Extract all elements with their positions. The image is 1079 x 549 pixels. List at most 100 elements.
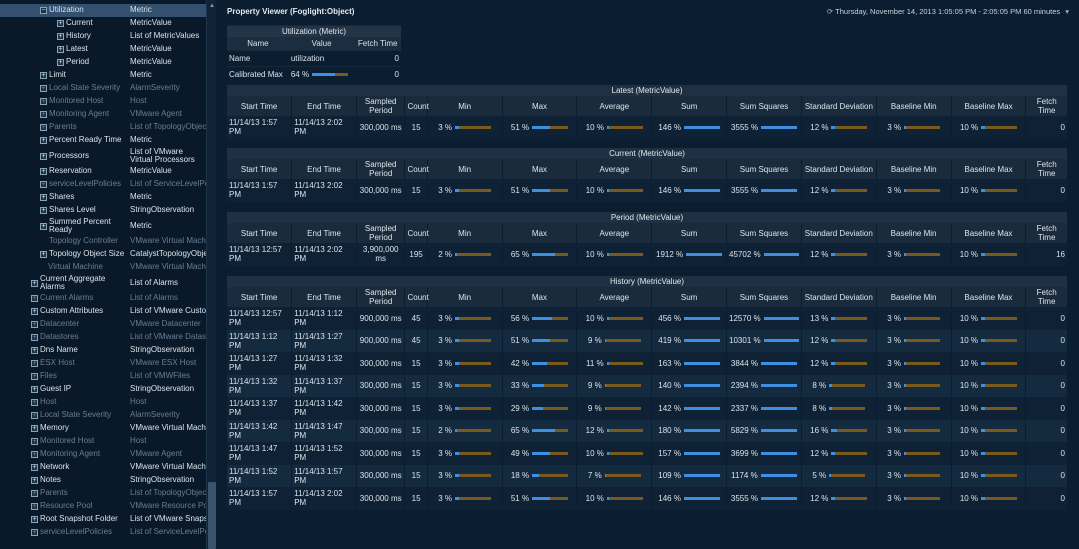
tree-item[interactable]: + Shares Metric bbox=[0, 191, 206, 204]
column-header[interactable]: Start Time bbox=[227, 223, 293, 243]
tree-item[interactable]: + Period MetricValue bbox=[0, 56, 206, 69]
column-header[interactable]: Max bbox=[502, 96, 578, 116]
expand-icon[interactable]: + bbox=[31, 279, 38, 287]
tree-item[interactable]: + Files List of VMWFiles bbox=[0, 370, 206, 383]
column-header[interactable]: Max bbox=[502, 223, 578, 243]
expand-icon[interactable]: + bbox=[31, 321, 38, 328]
column-header[interactable]: Fetch Time bbox=[1025, 159, 1068, 179]
column-header[interactable]: Fetch Time bbox=[1025, 287, 1068, 307]
chevron-down-icon[interactable]: ▾ bbox=[1065, 7, 1069, 16]
expand-icon[interactable]: + bbox=[40, 85, 47, 92]
time-range-selector[interactable]: ⟳ Thursday, November 14, 2013 1:05:05 PM… bbox=[827, 7, 1069, 16]
column-header[interactable]: Sum Squares bbox=[726, 159, 802, 179]
column-header[interactable]: Average bbox=[576, 287, 653, 307]
tree-item[interactable]: + Resource Pool VMware Resource Poo bbox=[0, 500, 206, 513]
column-header[interactable]: Standard Deviation bbox=[801, 96, 877, 116]
expand-icon[interactable]: + bbox=[31, 360, 38, 367]
expand-icon[interactable]: + bbox=[40, 152, 47, 160]
expand-icon[interactable]: + bbox=[31, 529, 38, 536]
expand-icon[interactable]: + bbox=[40, 194, 47, 201]
tree-item[interactable]: + History List of MetricValues bbox=[0, 30, 206, 43]
column-header[interactable]: Average bbox=[576, 223, 653, 243]
tree-item[interactable]: + Datastores List of VMware Datast bbox=[0, 331, 206, 344]
expand-icon[interactable]: + bbox=[57, 59, 64, 66]
column-header[interactable]: Start Time bbox=[227, 96, 293, 116]
expand-icon[interactable]: + bbox=[57, 46, 64, 53]
expand-icon[interactable]: + bbox=[31, 308, 38, 315]
collapse-icon[interactable]: − bbox=[40, 7, 47, 14]
column-header[interactable]: Min bbox=[427, 223, 503, 243]
column-header[interactable]: Sampled Period bbox=[356, 287, 406, 307]
table-row[interactable]: 11/14/13 1:27 PM 11/14/13 1:32 PM 300,000 … bbox=[227, 352, 1068, 375]
expand-icon[interactable]: + bbox=[40, 111, 47, 118]
column-header[interactable]: Sum bbox=[651, 159, 728, 179]
expand-icon[interactable]: + bbox=[57, 20, 64, 27]
expand-icon[interactable]: + bbox=[31, 438, 38, 445]
column-header[interactable]: Fetch Time bbox=[1025, 96, 1068, 116]
column-header[interactable]: Sum bbox=[651, 223, 728, 243]
column-header[interactable]: Start Time bbox=[227, 159, 293, 179]
column-header[interactable]: Sampled Period bbox=[356, 159, 406, 179]
column-header[interactable]: Baseline Max bbox=[951, 96, 1027, 116]
column-header[interactable]: Min bbox=[427, 287, 503, 307]
table-row[interactable]: 11/14/13 1:12 PM 11/14/13 1:27 PM 900,000 … bbox=[227, 329, 1068, 352]
tree-item[interactable]: + Network VMware Virtual Machi bbox=[0, 461, 206, 474]
expand-icon[interactable]: + bbox=[31, 386, 38, 393]
column-header[interactable]: Baseline Min bbox=[876, 159, 952, 179]
expand-icon[interactable]: + bbox=[40, 181, 47, 188]
column-header[interactable]: Count bbox=[404, 223, 429, 243]
expand-icon[interactable]: + bbox=[31, 412, 38, 419]
column-header[interactable]: Baseline Max bbox=[951, 223, 1027, 243]
tree-item[interactable]: + Current Aggregate Alarms List of Alarms bbox=[0, 274, 206, 292]
table-row[interactable]: 11/14/13 1:57 PM 11/14/13 2:02 PM 300,000 … bbox=[227, 179, 1068, 202]
tree-item[interactable]: + Latest MetricValue bbox=[0, 43, 206, 56]
column-header[interactable]: Sum Squares bbox=[726, 287, 802, 307]
column-header[interactable]: End Time bbox=[291, 159, 357, 179]
column-header[interactable]: Min bbox=[427, 96, 503, 116]
tree-item[interactable]: + ESX Host VMware ESX Host bbox=[0, 357, 206, 370]
scrollbar-thumb[interactable] bbox=[208, 482, 216, 549]
tree-item[interactable]: + Custom Attributes List of VMware Custon bbox=[0, 305, 206, 318]
tree-item[interactable]: + serviceLevelPolicies List of ServiceLeve… bbox=[0, 526, 206, 539]
column-header[interactable]: Baseline Max bbox=[951, 287, 1027, 307]
tree-item[interactable]: + Reservation MetricValue bbox=[0, 165, 206, 178]
expand-icon[interactable]: + bbox=[31, 490, 38, 497]
column-header[interactable]: Standard Deviation bbox=[801, 223, 877, 243]
expand-icon[interactable]: + bbox=[31, 399, 38, 406]
tree-item[interactable]: + Local State Severity AlarmSeverity bbox=[0, 409, 206, 422]
column-header[interactable]: Start Time bbox=[227, 287, 293, 307]
tree-item[interactable]: + Processors List of VMware Virtual Proces… bbox=[0, 147, 206, 165]
column-header[interactable]: Count bbox=[404, 96, 429, 116]
tree-item[interactable]: + Summed Percent Ready Metric bbox=[0, 217, 206, 235]
column-header[interactable]: Baseline Min bbox=[876, 96, 952, 116]
tree-item[interactable]: Topology Controller VMware Virtual Machi bbox=[0, 235, 206, 248]
tree-scrollbar[interactable]: ▲ bbox=[206, 0, 216, 549]
column-header[interactable]: Count bbox=[404, 159, 429, 179]
expand-icon[interactable]: + bbox=[31, 464, 38, 471]
tree-item[interactable]: + Parents List of TopologyObjec bbox=[0, 487, 206, 500]
column-header[interactable]: Count bbox=[404, 287, 429, 307]
column-header[interactable]: Sum bbox=[651, 287, 728, 307]
expand-icon[interactable]: + bbox=[31, 334, 38, 341]
table-row[interactable]: 11/14/13 1:32 PM 11/14/13 1:37 PM 300,000 … bbox=[227, 374, 1068, 397]
column-header[interactable]: Average bbox=[576, 159, 653, 179]
column-header[interactable]: Sum Squares bbox=[726, 96, 802, 116]
tree-item[interactable]: + Root Snapshot Folder List of VMware Snap… bbox=[0, 513, 206, 526]
table-row[interactable]: 11/14/13 1:47 PM 11/14/13 1:52 PM 300,000 … bbox=[227, 442, 1068, 465]
tree-item[interactable]: Virtual Machine VMware Virtual Machi bbox=[0, 261, 206, 274]
expand-icon[interactable]: + bbox=[40, 98, 47, 105]
column-header[interactable]: Baseline Max bbox=[951, 159, 1027, 179]
column-header[interactable]: Baseline Min bbox=[876, 223, 952, 243]
tree-item[interactable]: + serviceLevelPolicies List of ServiceLeve… bbox=[0, 178, 206, 191]
expand-icon[interactable]: + bbox=[40, 168, 47, 175]
expand-icon[interactable]: + bbox=[40, 137, 47, 144]
expand-icon[interactable]: + bbox=[40, 124, 47, 131]
expand-icon[interactable]: + bbox=[31, 516, 38, 523]
tree-item[interactable]: + Monitored Host Host bbox=[0, 435, 206, 448]
tree-item[interactable]: + Notes StringObservation bbox=[0, 474, 206, 487]
table-row[interactable]: 11/14/13 1:57 PM 11/14/13 2:02 PM 300,000 … bbox=[227, 116, 1068, 139]
expand-icon[interactable]: + bbox=[40, 72, 47, 79]
column-header[interactable]: Min bbox=[427, 159, 503, 179]
tree-item[interactable]: + Monitoring Agent VMware Agent bbox=[0, 108, 206, 121]
tree-item[interactable]: + Current MetricValue bbox=[0, 17, 206, 30]
